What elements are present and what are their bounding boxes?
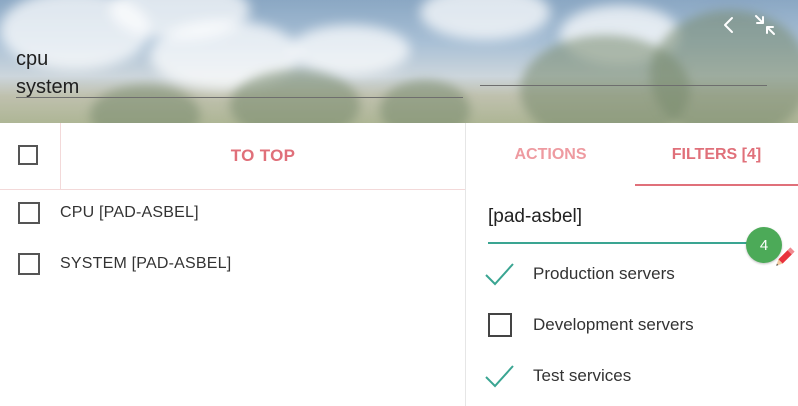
item-checkbox[interactable] [18,253,40,275]
filter-input[interactable] [488,202,758,232]
secondary-input-underline[interactable] [480,85,767,86]
filter-option-label: Development servers [533,315,694,334]
filter-option[interactable]: Test services [485,362,631,390]
tab-filters[interactable]: FILTERS [4] [635,123,798,186]
checkmark-icon[interactable] [484,362,516,390]
pencil-icon[interactable] [770,244,798,272]
list-toolbar: TO TOP [0,123,465,190]
search-underline [16,97,463,98]
item-checkbox[interactable] [18,202,40,224]
list-item[interactable]: SYSTEM [PAD-ASBEL] [18,252,231,276]
filter-option-label: Production servers [533,264,675,283]
search-query[interactable]: cpu system [16,45,79,101]
list-item[interactable]: CPU [PAD-ASBEL] [18,201,199,225]
tab-actions[interactable]: ACTIONS [466,123,635,186]
item-label: SYSTEM [PAD-ASBEL] [60,255,232,272]
panel-tabs: ACTIONS FILTERS [4] [466,123,798,186]
checkmark-icon[interactable] [484,260,516,288]
collapse-arrows-icon[interactable] [752,12,778,38]
filter-option-label: Test services [533,366,632,385]
header-background: cpu system [0,0,798,123]
to-top-button[interactable]: TO TOP [61,123,465,189]
search-term: cpu [16,48,49,70]
filter-checkbox[interactable] [488,313,512,337]
select-all-checkbox[interactable] [18,145,38,165]
active-tab-indicator [635,184,798,186]
filter-input-underline [488,242,756,244]
chevron-left-icon[interactable] [716,12,742,38]
filter-option[interactable]: Production servers [485,260,675,288]
item-label: CPU [PAD-ASBEL] [60,204,199,221]
filter-option[interactable]: Development servers [488,311,694,339]
